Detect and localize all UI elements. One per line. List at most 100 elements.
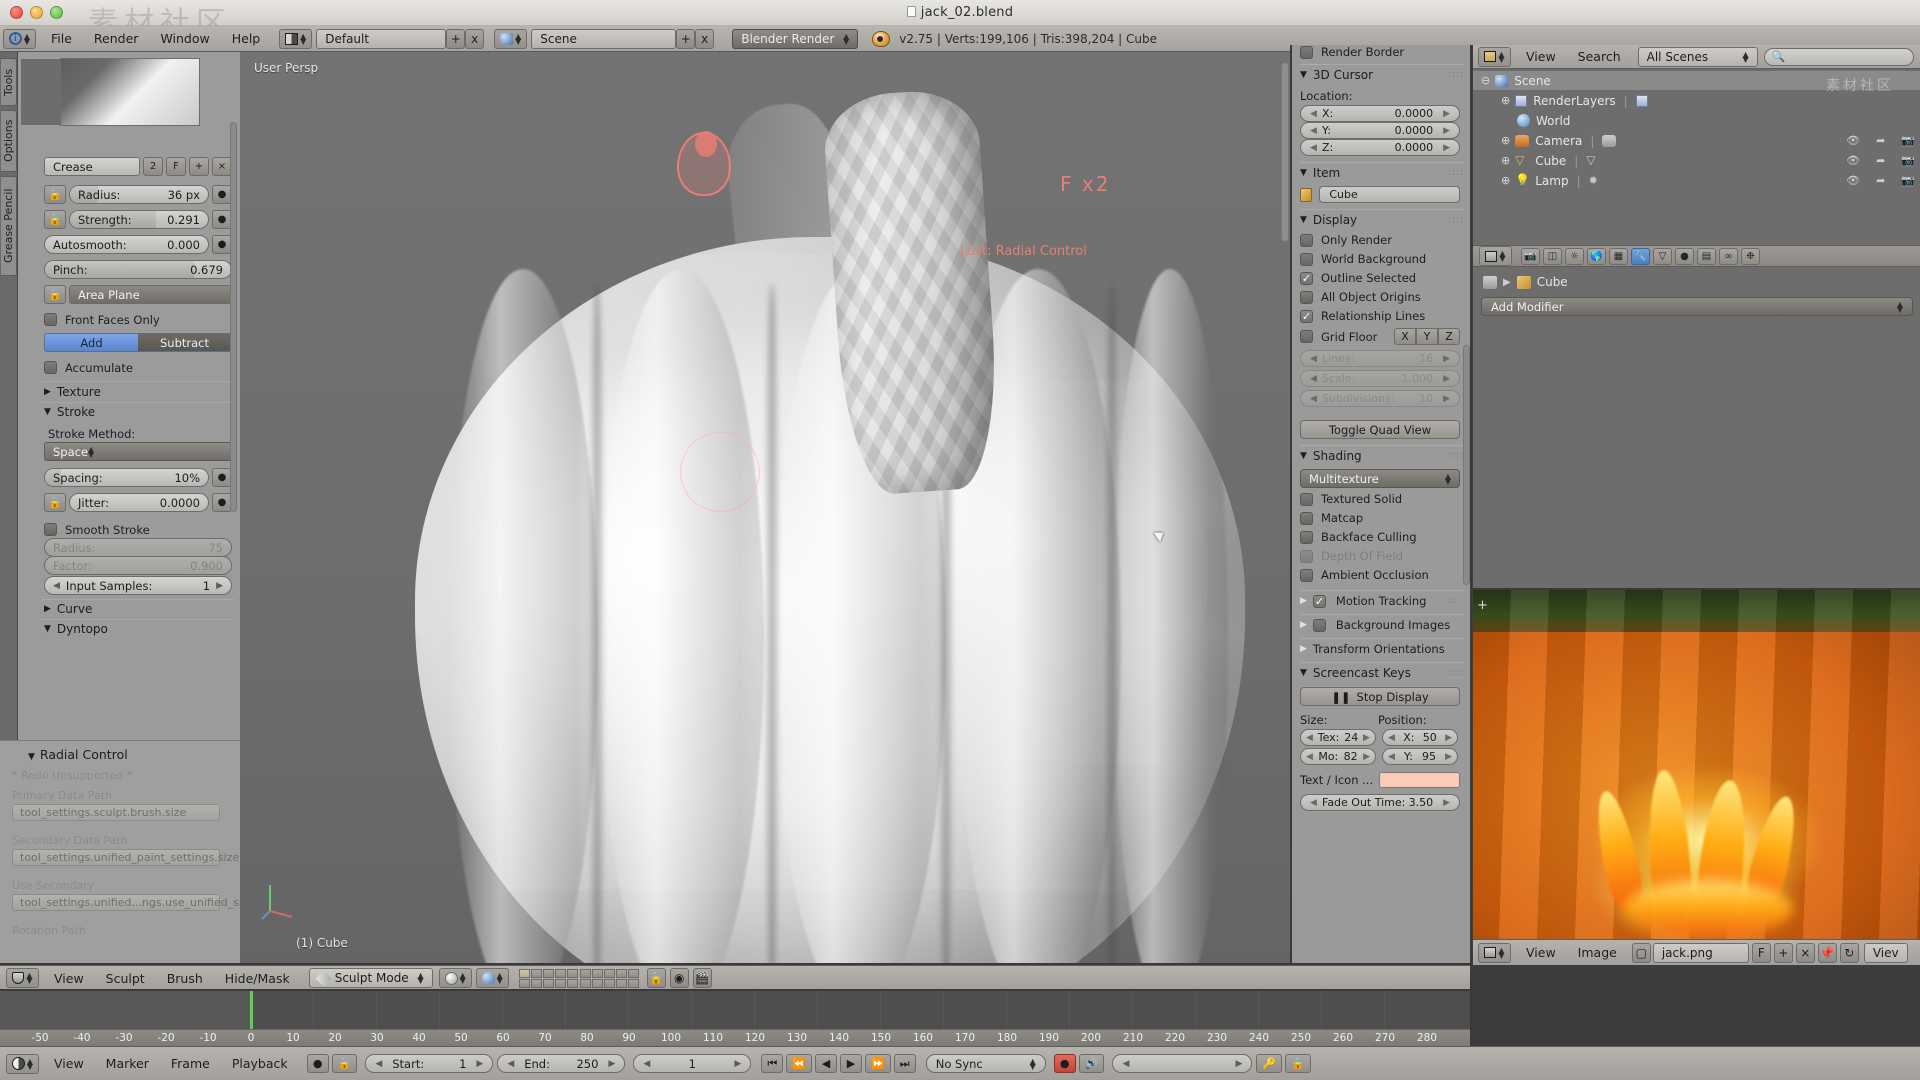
- camera-data-icon[interactable]: [1602, 134, 1617, 147]
- add-layout-button[interactable]: +: [446, 28, 466, 49]
- timeline-track-area[interactable]: [250, 991, 1472, 1029]
- layer-cell[interactable]: [566, 968, 578, 978]
- layer-cell[interactable]: [591, 968, 603, 978]
- grid-floor-checkbox[interactable]: [1300, 330, 1313, 343]
- texture-section-header[interactable]: ▶ Texture: [44, 383, 232, 401]
- timeline-playhead[interactable]: [250, 991, 253, 1029]
- layer-cell[interactable]: [627, 978, 639, 988]
- layer-cell[interactable]: [579, 978, 591, 988]
- layer-cell[interactable]: [579, 968, 591, 978]
- brush-fake-user-button[interactable]: F: [166, 157, 186, 176]
- cursor-y-field[interactable]: ◀ Y: 0.0000 ▶: [1300, 122, 1460, 139]
- editor-type-info-button[interactable]: i ▲ ▼: [3, 28, 36, 49]
- pinch-slider[interactable]: Pinch: 0.679: [44, 260, 232, 279]
- chevron-left-icon[interactable]: ◀: [643, 1059, 650, 1069]
- collapse-icon[interactable]: ⊖: [1481, 74, 1490, 87]
- brush-users-count[interactable]: 2: [143, 157, 163, 176]
- chevron-left-icon[interactable]: ◀: [1310, 126, 1317, 136]
- area-splitter-horizontal[interactable]: [1472, 588, 1920, 590]
- jump-to-end-button[interactable]: ⏭: [893, 1054, 916, 1073]
- toggle-quad-view-button[interactable]: Toggle Quad View: [1300, 420, 1460, 439]
- grid-axis-z-toggle[interactable]: Z: [1438, 328, 1460, 345]
- chevron-left-icon[interactable]: ◀: [1122, 1059, 1129, 1069]
- record-button[interactable]: ●: [1053, 1054, 1076, 1073]
- item-section-header[interactable]: ▼ Item ::::: [1300, 165, 1464, 181]
- strength-unified-lock-toggle[interactable]: 🔒: [44, 210, 66, 229]
- accumulate-checkbox[interactable]: [44, 361, 57, 374]
- size-tex-field[interactable]: ◀ Tex: 24 ▶: [1300, 729, 1376, 746]
- area-splitter-vertical[interactable]: [1290, 45, 1292, 965]
- world-background-checkbox[interactable]: [1300, 252, 1313, 266]
- radius-pressure-toggle[interactable]: ●: [212, 185, 232, 204]
- audio-sync-button[interactable]: 🔊: [1078, 1054, 1105, 1073]
- chevron-left-icon[interactable]: ◀: [53, 581, 60, 591]
- selectable-icon[interactable]: ➦: [1876, 174, 1885, 187]
- browse-image-button[interactable]: ▢: [1631, 942, 1651, 963]
- front-faces-only-checkbox[interactable]: [44, 313, 57, 326]
- pivot-point-selector[interactable]: ▲ ▼: [475, 968, 509, 988]
- chevron-right-icon[interactable]: ▶: [1363, 733, 1370, 743]
- chevron-right-icon[interactable]: ▶: [734, 1059, 741, 1069]
- smooth-stroke-checkbox[interactable]: [44, 523, 57, 536]
- menu-render[interactable]: Render: [83, 29, 150, 48]
- layer-cell[interactable]: [518, 968, 530, 978]
- outliner-menu-view[interactable]: View: [1515, 47, 1567, 66]
- matcap-checkbox[interactable]: [1300, 511, 1313, 525]
- image-editor[interactable]: + ▲ ▼ View Image ▢ jack.png F + × 📌 ↻ Vie…: [1472, 590, 1920, 965]
- chevron-right-icon[interactable]: ▶: [1443, 126, 1450, 136]
- backface-culling-checkbox[interactable]: [1300, 530, 1313, 544]
- selectable-icon[interactable]: ➦: [1876, 134, 1885, 147]
- motion-tracking-checkbox[interactable]: [1312, 594, 1326, 608]
- motion-tracking-section-header[interactable]: ▶ Motion Tracking ::::: [1300, 594, 1460, 608]
- chevron-right-icon[interactable]: ▶: [1363, 752, 1370, 762]
- menu-file[interactable]: File: [40, 29, 83, 48]
- tab-grease-pencil[interactable]: Grease Pencil: [1, 176, 17, 276]
- scene-layers-widget[interactable]: [518, 968, 639, 988]
- chevron-right-icon[interactable]: ▶: [1443, 143, 1450, 153]
- chevron-right-icon[interactable]: ▶: [476, 1059, 483, 1069]
- position-y-field[interactable]: ◀ Y: 95 ▶: [1382, 748, 1458, 765]
- dyntopo-section-header[interactable]: ▼ Dyntopo: [44, 620, 232, 638]
- add-modifier-button[interactable]: Add Modifier ▲ ▼: [1481, 297, 1913, 316]
- hide-in-viewport-icon[interactable]: 👁: [1846, 154, 1860, 167]
- expand-icon[interactable]: ⊕: [1501, 94, 1510, 107]
- jump-to-start-button[interactable]: ⏮: [761, 1054, 784, 1073]
- layer-cell[interactable]: [591, 978, 603, 988]
- renderlayers-data-icon[interactable]: [1635, 94, 1648, 107]
- viewport-menu-view[interactable]: View: [43, 969, 95, 988]
- direction-subtract-button[interactable]: Subtract: [138, 334, 231, 351]
- timeline-menu-marker[interactable]: Marker: [95, 1054, 160, 1073]
- brush-datablock-name[interactable]: Crease: [44, 157, 140, 176]
- current-frame-field[interactable]: ◀ 1 ▶: [633, 1054, 752, 1073]
- sync-mode-dropdown[interactable]: No Sync ▲ ▼: [925, 1054, 1046, 1073]
- outliner-menu-search[interactable]: Search: [1567, 47, 1632, 66]
- viewport-shading-selector[interactable]: ▲ ▼: [438, 968, 472, 988]
- jump-to-prev-keyframe-button[interactable]: ⏪: [786, 1054, 813, 1073]
- lock-to-scene-button[interactable]: 🔒: [646, 968, 666, 988]
- timeline-menu-playback[interactable]: Playback: [221, 1054, 299, 1073]
- layer-cell[interactable]: [554, 978, 566, 988]
- tab-options[interactable]: Options: [1, 110, 17, 172]
- chevron-left-icon[interactable]: ◀: [1306, 752, 1313, 762]
- delete-scene-button[interactable]: x: [695, 28, 715, 49]
- tab-modifier-properties[interactable]: 🔧: [1631, 247, 1650, 265]
- layer-cell[interactable]: [518, 978, 530, 988]
- image-menu-view[interactable]: View: [1515, 943, 1567, 962]
- editor-type-outliner-button[interactable]: ▲ ▼: [1478, 46, 1511, 67]
- frame-end-field[interactable]: ◀ End: 250 ▶: [497, 1054, 626, 1073]
- autosmooth-slider[interactable]: Autosmooth: 0.000: [44, 235, 209, 254]
- jitter-lock-toggle[interactable]: 🔒: [44, 493, 66, 512]
- layer-cell[interactable]: [603, 968, 615, 978]
- tab-texture-properties[interactable]: ▤: [1697, 247, 1716, 265]
- area-plane-lock-toggle[interactable]: 🔓: [44, 285, 66, 304]
- tab-tools[interactable]: Tools: [1, 58, 17, 106]
- tab-render-layers-properties[interactable]: ◫: [1543, 247, 1562, 265]
- play-reverse-button[interactable]: ◀: [815, 1054, 838, 1073]
- direction-add-button[interactable]: Add: [45, 334, 138, 351]
- outliner-row-lamp[interactable]: ⊕ 💡 Lamp | ✹ 👁 ➦ 📷: [1473, 171, 1920, 190]
- display-section-header[interactable]: ▼ Display ::::: [1300, 212, 1464, 228]
- image-menu-image[interactable]: Image: [1567, 943, 1628, 962]
- disable-in-render-icon[interactable]: 📷: [1901, 134, 1915, 147]
- chevron-right-icon[interactable]: ▶: [1236, 1059, 1243, 1069]
- chevron-left-icon[interactable]: ◀: [507, 1059, 514, 1069]
